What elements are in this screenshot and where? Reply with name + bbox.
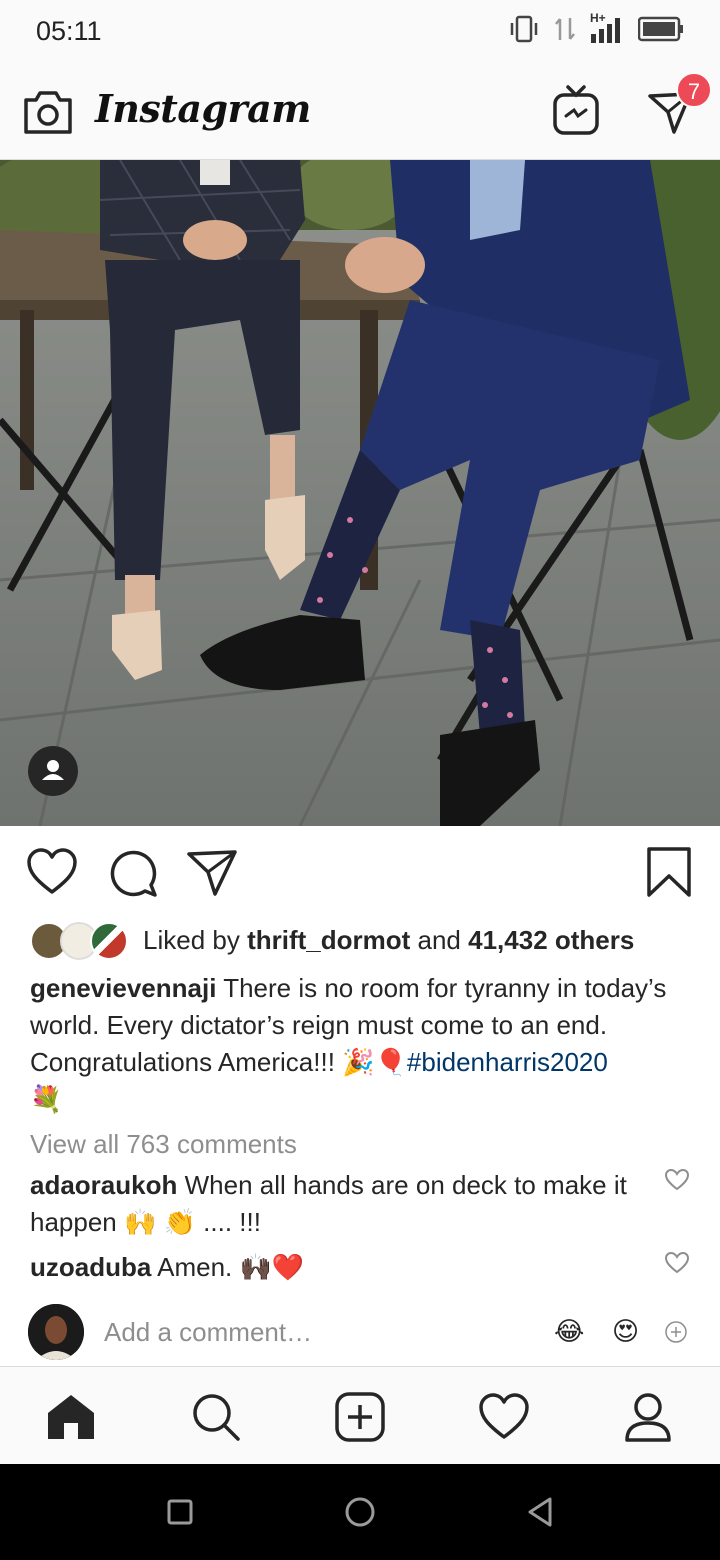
comment-text: Amen. 🙌🏿❤️	[157, 1252, 305, 1282]
avatar	[28, 1304, 84, 1360]
camera-icon	[24, 91, 72, 134]
caption-hashtag[interactable]: #bidenharris2020	[407, 1047, 608, 1077]
comment-username[interactable]: adaoraukoh	[30, 1170, 177, 1200]
app-logo: Instagram	[95, 86, 311, 131]
battery-icon	[638, 16, 683, 42]
nav-search[interactable]	[190, 1391, 242, 1443]
share-icon	[187, 850, 237, 896]
new-post-icon	[335, 1392, 385, 1442]
status-bar: 05:11 H+	[0, 0, 720, 64]
activity-icon	[479, 1393, 529, 1439]
signal-icon: H+	[590, 11, 624, 44]
small-heart-icon	[664, 1251, 690, 1274]
nav-activity[interactable]	[478, 1391, 530, 1443]
app-header: Instagram 7	[0, 64, 720, 160]
post-actions	[0, 842, 720, 906]
post-caption: genevievennaji There is no room for tyra…	[30, 970, 700, 1118]
comment-like-button[interactable]	[664, 1168, 690, 1192]
comment-icon	[110, 850, 157, 897]
comment-username[interactable]: uzoaduba	[30, 1252, 151, 1282]
heart-icon	[27, 848, 77, 894]
comment-like-button[interactable]	[664, 1251, 690, 1275]
caption-emojis: 🎉🎈	[342, 1047, 407, 1077]
likes-text: Liked by thrift_dormot and 41,432 others	[143, 925, 634, 956]
like-button[interactable]	[26, 846, 78, 898]
home-circle-icon	[345, 1497, 375, 1527]
status-icons: H+	[508, 11, 684, 44]
more-emoji-button[interactable]	[664, 1320, 688, 1344]
data-transfer-icon	[555, 18, 575, 40]
likes-connector: and	[417, 925, 461, 955]
user-tag-icon	[42, 760, 64, 780]
profile-icon	[625, 1393, 671, 1442]
nav-home[interactable]	[45, 1391, 97, 1443]
nav-new-post[interactable]	[334, 1391, 386, 1443]
recents-button[interactable]	[162, 1494, 198, 1530]
bottom-nav	[0, 1366, 720, 1464]
status-time: 05:11	[36, 16, 102, 46]
vibrate-icon	[510, 15, 538, 43]
igtv-icon	[553, 85, 599, 135]
view-all-comments-link[interactable]: View all 763 comments	[30, 1129, 297, 1160]
notification-badge: 7	[676, 72, 712, 108]
add-comment-input[interactable]	[104, 1314, 534, 1350]
back-icon	[528, 1497, 552, 1527]
post-image[interactable]	[0, 160, 720, 826]
system-home-button[interactable]	[342, 1494, 378, 1530]
nav-profile[interactable]	[622, 1391, 674, 1443]
likes-summary[interactable]: Liked by thrift_dormot and 41,432 others	[30, 920, 710, 962]
quick-emoji-laughing[interactable]: 😂	[554, 1316, 584, 1346]
post-photo	[0, 160, 720, 826]
camera-button[interactable]	[22, 88, 74, 136]
quick-emoji-heart-eyes[interactable]: 😍	[612, 1316, 639, 1346]
add-comment-row: 😂 😍	[0, 1300, 720, 1364]
home-icon	[48, 1395, 94, 1439]
plus-circle-icon	[665, 1321, 687, 1343]
avatar	[90, 922, 128, 960]
igtv-button[interactable]	[552, 84, 600, 136]
save-button[interactable]	[644, 846, 696, 898]
likes-count[interactable]: 41,432 others	[468, 925, 634, 955]
back-button[interactable]	[522, 1494, 558, 1530]
comment-button[interactable]	[106, 846, 158, 898]
system-nav-bar	[0, 1464, 720, 1560]
likes-prefix: Liked by	[143, 925, 240, 955]
search-icon	[193, 1394, 240, 1441]
caption-trailing-emoji: 💐	[30, 1084, 63, 1114]
recents-icon	[167, 1499, 193, 1525]
share-button[interactable]	[186, 846, 238, 898]
bookmark-icon	[647, 847, 691, 897]
caption-username[interactable]: genevievennaji	[30, 973, 216, 1003]
comment-item: uzoaduba Amen. 🙌🏿❤️	[30, 1249, 650, 1286]
small-heart-icon	[664, 1168, 690, 1191]
comment-item: adaoraukoh When all hands are on deck to…	[30, 1167, 650, 1241]
liker-avatars	[30, 922, 130, 960]
tagged-users-button[interactable]	[28, 746, 78, 796]
liked-by-user[interactable]: thrift_dormot	[247, 925, 410, 955]
